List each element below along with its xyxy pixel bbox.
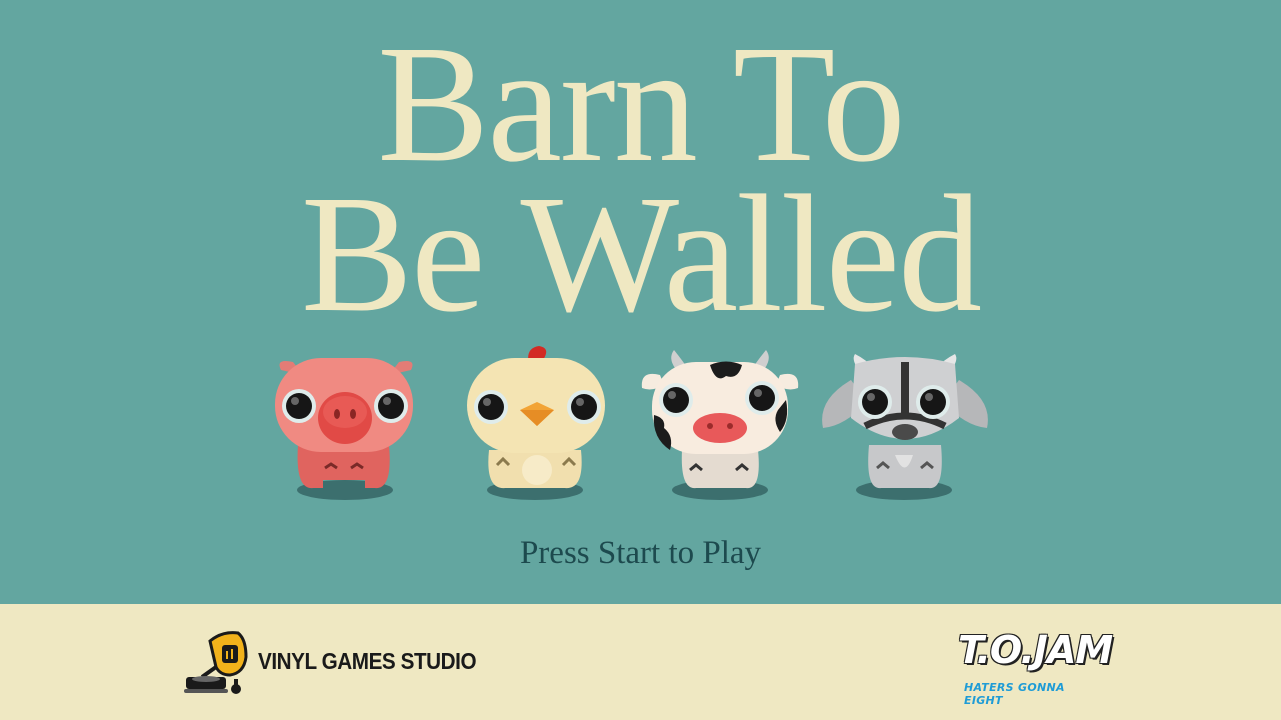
chicken-icon bbox=[467, 346, 605, 500]
game-title-line-2: Be Walled bbox=[300, 161, 982, 347]
gramophone-controller-icon bbox=[184, 631, 248, 694]
tojam-logo: T.O.JAM HATERS GONNA EIGHT bbox=[958, 628, 1113, 707]
goat-icon bbox=[822, 354, 988, 500]
jam-title: T.O.JAM bbox=[958, 628, 1113, 672]
press-start-prompt[interactable]: Press Start to Play bbox=[0, 535, 1281, 572]
jam-subtitle: HATERS GONNA EIGHT bbox=[964, 681, 1065, 707]
studio-name: VINYL GAMES STUDIO bbox=[258, 648, 477, 674]
pig-icon bbox=[275, 358, 413, 500]
footer-bar: VINYL GAMES STUDIO T.O.JAM HATERS GONNA … bbox=[0, 604, 1281, 720]
cow-icon bbox=[641, 350, 799, 500]
